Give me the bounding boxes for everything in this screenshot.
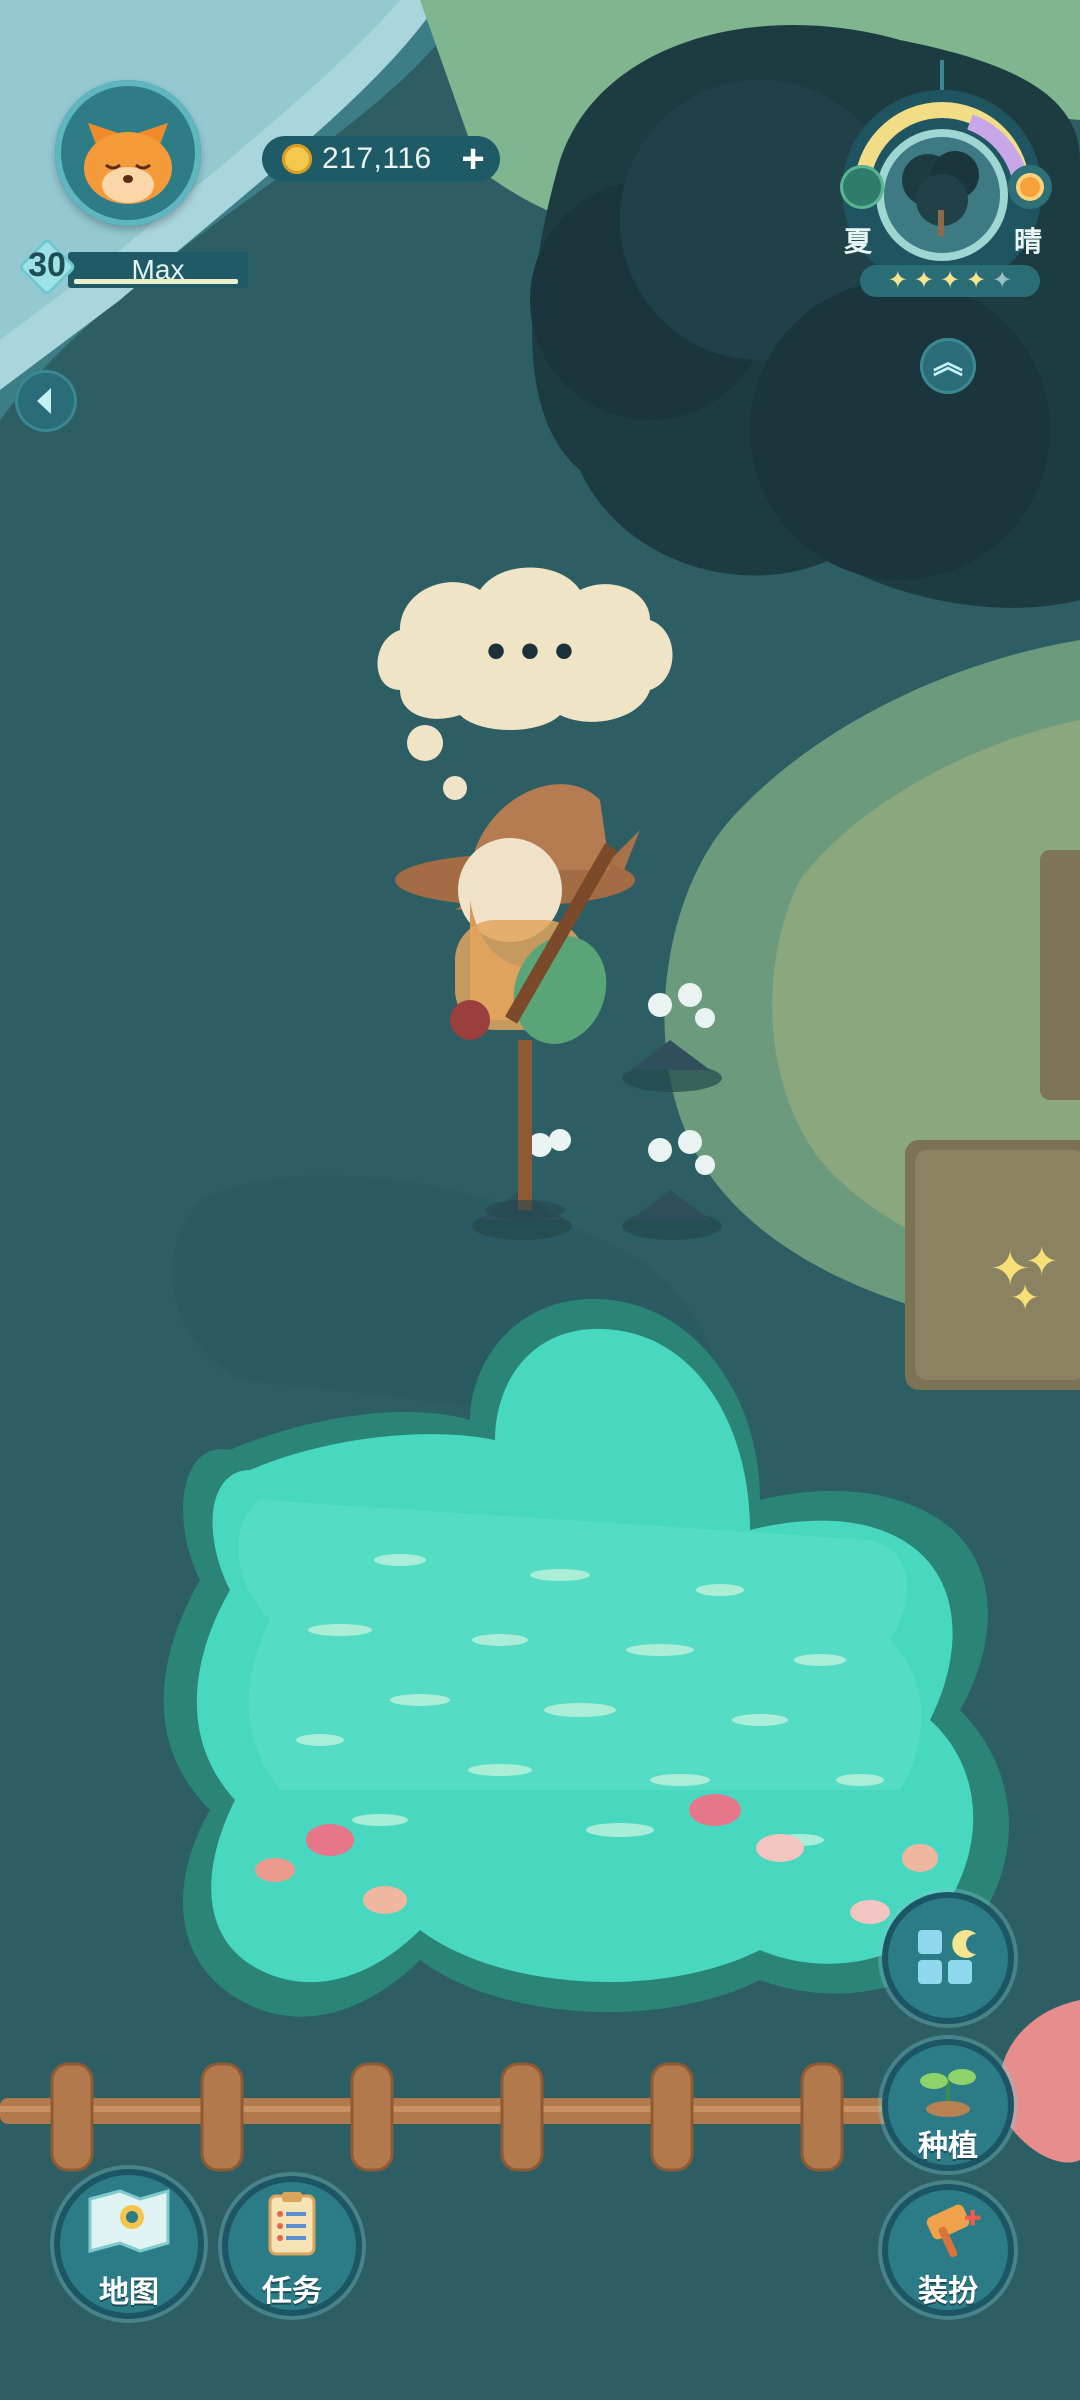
sun-icon [1008,165,1052,209]
weather-label: 晴 [1014,226,1043,257]
add-coins-button[interactable]: + [454,139,492,179]
double-chevron-up-icon: ︽ [933,347,963,380]
player-avatar[interactable] [55,80,201,226]
map-label: 地图 [99,2276,159,2309]
tasks-button[interactable]: 任务 [228,2182,356,2310]
fox-avatar-icon [84,123,172,204]
coin-counter: 217,116 + [262,136,500,182]
xp-progress-fill [74,279,238,284]
hammer-icon [926,2204,981,2258]
season-label: 夏 [844,226,873,257]
season-stars: ✦ ✦ ✦ ✦ ✦ [860,265,1040,297]
tasks-label: 任务 [262,2275,322,2308]
expand-widget-button[interactable]: ︽ [920,338,976,394]
dressup-button[interactable]: 装扮 [888,2190,1008,2310]
sprout-icon [920,2069,976,2117]
clipboard-icon [268,2192,316,2256]
star-icon: ✦ [966,267,987,294]
coin-amount: 217,116 [322,142,432,175]
map-button[interactable]: 地图 [60,2175,198,2313]
star-icon: ✦ [887,267,908,294]
svg-text:✦: ✦ [1010,1278,1040,1319]
map-icon [88,2189,170,2253]
star-icon: ✦ [939,267,961,294]
chevron-left-icon [37,388,51,414]
season-weather-widget[interactable]: 夏 晴 ✦ ✦ ✦ ✦ ✦ ︽ [840,60,1060,400]
player-level-bar: Max 30 [17,237,248,297]
coin-icon [282,144,312,174]
grid-menu-button[interactable] [888,1898,1008,2018]
plant-button[interactable]: 种植 [888,2045,1008,2165]
dressup-label: 装扮 [918,2275,978,2308]
leaf-icon [840,165,884,209]
plant-label: 种植 [918,2130,978,2163]
player-level: 30 [28,246,66,284]
thought-dots: • • • [486,621,574,681]
collapse-left-button[interactable] [15,370,77,432]
player-name-bar: Max [68,252,248,288]
star-empty-icon: ✦ [992,267,1013,294]
star-icon: ✦ [913,267,934,294]
grid-moon-icon [918,1930,976,1984]
